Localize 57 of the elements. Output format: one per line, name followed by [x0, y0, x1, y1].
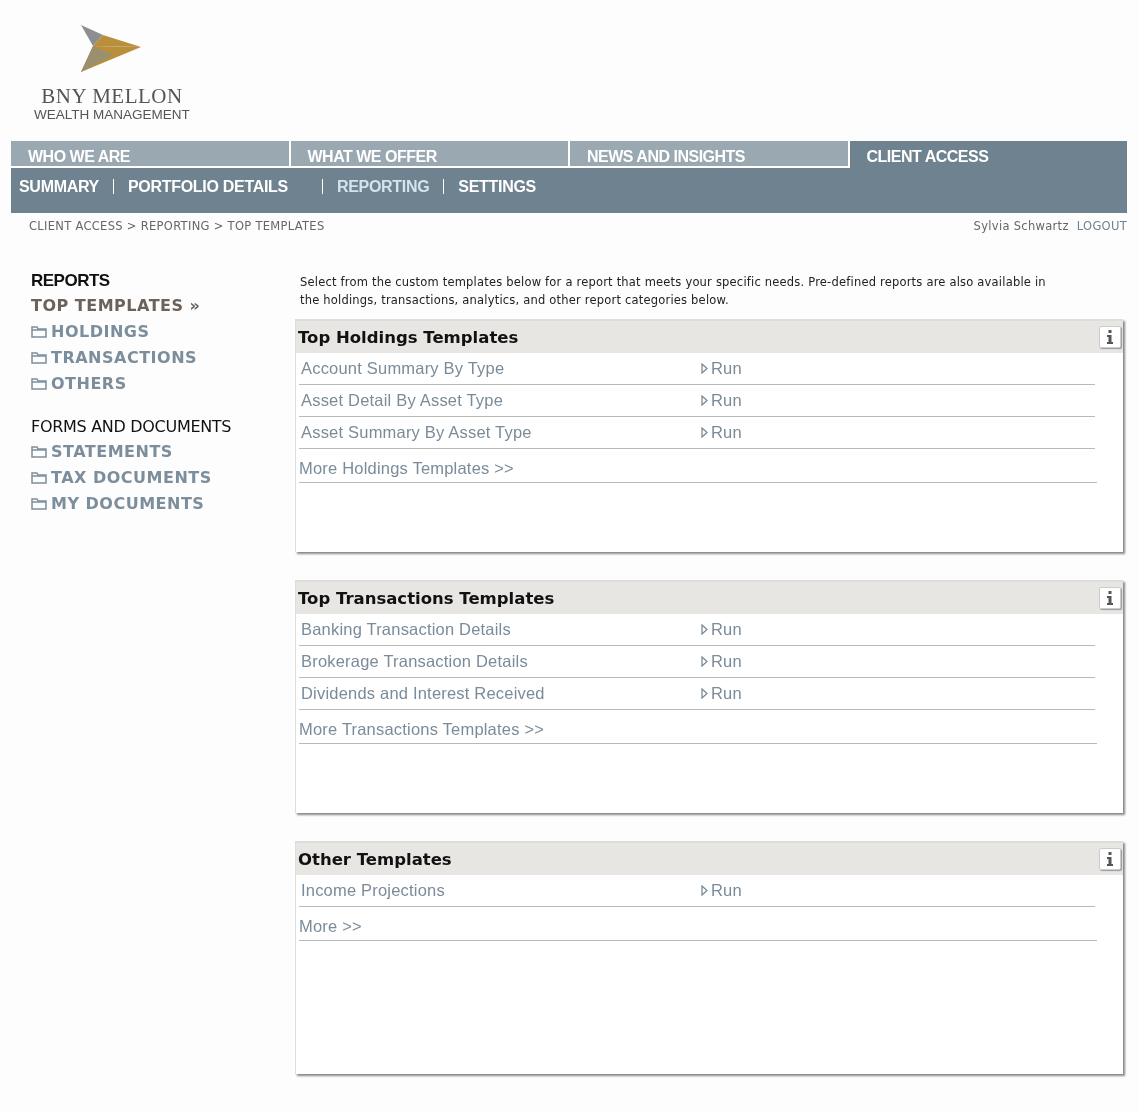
logo-icon — [81, 25, 143, 73]
play-icon — [701, 656, 708, 667]
sidebar-item[interactable]: TAX DOCUMENTS — [31, 465, 295, 491]
subnav-tab[interactable]: PORTFOLIO DETAILS — [128, 177, 298, 204]
template-link[interactable]: Asset Summary By Asset Type — [299, 423, 701, 442]
more-link[interactable]: More >> — [299, 917, 362, 936]
play-icon — [701, 427, 708, 438]
run-link[interactable]: Run — [701, 684, 742, 703]
template-link[interactable]: Dividends and Interest Received — [299, 684, 701, 703]
intro-text: Select from the custom templates below for a report that meets your specific needs. Pre-defined reports are also available in the holdings, transactions, analytics, and other report categories below. — [299, 274, 1047, 309]
folder-icon — [31, 352, 47, 364]
subnav-tab[interactable]: SUMMARY — [19, 177, 109, 204]
sidebar-item[interactable]: OTHERS — [31, 371, 295, 397]
subnav-tab[interactable]: SETTINGS — [458, 177, 546, 204]
subnav-tab[interactable]: REPORTING — [336, 177, 440, 204]
run-link[interactable]: Run — [701, 620, 742, 639]
folder-icon — [31, 446, 47, 458]
template-link[interactable]: Asset Detail By Asset Type — [299, 391, 701, 410]
breadcrumb: CLIENT ACCESS > REPORTING > TOP TEMPLATES — [29, 219, 325, 233]
folder-icon — [31, 498, 47, 510]
run-link[interactable]: Run — [701, 359, 742, 378]
more-link[interactable]: More Holdings Templates >> — [299, 459, 514, 478]
panel-title: Top Transactions Templates — [298, 588, 555, 608]
folder-icon — [31, 326, 47, 338]
sidebar-item[interactable]: TOP TEMPLATES » — [31, 293, 295, 319]
run-link[interactable]: Run — [701, 391, 742, 410]
play-icon — [701, 688, 708, 699]
nav-tab[interactable]: CLIENT ACCESS — [849, 141, 1127, 168]
logout-link[interactable]: LOGOUT — [1076, 219, 1127, 233]
play-icon — [701, 395, 708, 406]
info-icon[interactable] — [1099, 848, 1121, 870]
sidebar-item[interactable]: STATEMENTS — [31, 439, 295, 465]
more-link[interactable]: More Transactions Templates >> — [299, 720, 545, 739]
run-link[interactable]: Run — [701, 881, 742, 900]
run-link[interactable]: Run — [701, 652, 742, 671]
sidebar-heading: FORMS AND DOCUMENTS — [31, 416, 233, 438]
template-link[interactable]: Brokerage Transaction Details — [299, 652, 701, 671]
logo-name: BNY MELLON — [41, 85, 183, 107]
sidebar-heading: REPORTS — [31, 270, 111, 292]
folder-icon — [31, 378, 47, 390]
user-name: Sylvia Schwartz — [973, 219, 1069, 233]
play-icon — [701, 624, 708, 635]
run-link[interactable]: Run — [701, 423, 742, 442]
panel-title: Other Templates — [298, 849, 452, 869]
template-link[interactable]: Income Projections — [299, 881, 701, 900]
template-link[interactable]: Banking Transaction Details — [299, 620, 701, 639]
info-icon[interactable] — [1099, 326, 1121, 348]
template-link[interactable]: Account Summary By Type — [299, 359, 701, 378]
folder-icon — [31, 472, 47, 484]
info-icon[interactable] — [1099, 587, 1121, 609]
play-icon — [701, 363, 708, 374]
sidebar-item[interactable]: HOLDINGS — [31, 319, 295, 345]
sidebar-item[interactable]: MY DOCUMENTS — [31, 491, 295, 517]
panel-title: Top Holdings Templates — [298, 327, 519, 347]
logo-tagline: WEALTH MANAGEMENT — [34, 107, 190, 123]
play-icon — [701, 885, 708, 896]
sidebar-item[interactable]: TRANSACTIONS — [31, 345, 295, 371]
